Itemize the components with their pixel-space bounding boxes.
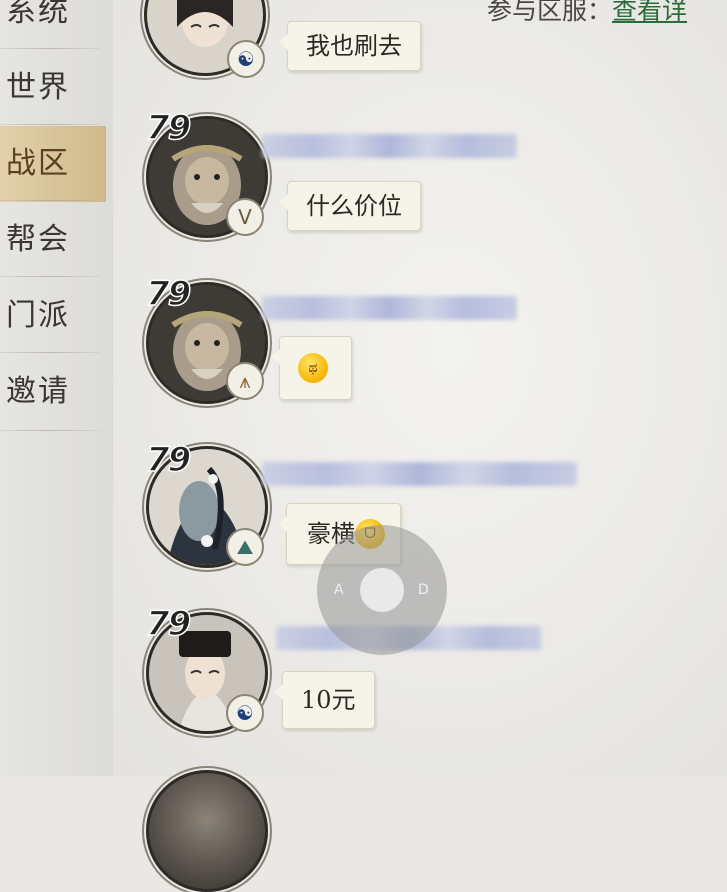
taiji-icon: ☯	[227, 40, 265, 78]
message-bubble[interactable]: 10元	[274, 671, 375, 729]
server-label: 参与区服：	[487, 0, 613, 25]
tab-battle-zone[interactable]: 战区	[0, 126, 106, 202]
divider	[0, 276, 100, 277]
tab-guild[interactable]: 帮会	[0, 202, 106, 278]
joystick-right-label: D	[418, 582, 429, 598]
player-level: 79	[145, 603, 192, 645]
player-name-blurred[interactable]	[262, 134, 517, 158]
channel-sidebar: 系统 世界 战区 帮会 门派 邀请	[0, 0, 113, 776]
tab-world[interactable]: 世界	[0, 50, 106, 126]
temple-icon: ⩚	[226, 362, 264, 400]
joystick-left-label: A	[334, 582, 344, 598]
message-text: 10元	[301, 686, 356, 714]
divider	[0, 200, 100, 201]
player-level: 79	[145, 273, 192, 315]
player-level: 79	[145, 107, 192, 149]
player-avatar[interactable]	[146, 770, 268, 892]
virtual-joystick[interactable]: A D	[317, 525, 447, 655]
tab-sect[interactable]: 门派	[0, 278, 106, 354]
message-bubble[interactable]: ಥ	[271, 336, 352, 400]
tab-system[interactable]: 系统	[0, 0, 106, 50]
message-text: 什么价位	[306, 192, 402, 220]
shield-v-icon: V	[226, 198, 264, 236]
divider	[0, 430, 100, 431]
divider	[0, 352, 100, 353]
player-name-blurred[interactable]	[262, 296, 517, 320]
joystick-knob[interactable]	[360, 568, 404, 612]
sweat-emoji-icon: ಥ	[298, 352, 328, 383]
divider	[0, 124, 100, 125]
view-details-link[interactable]: 查看详	[612, 0, 687, 25]
player-level: 79	[145, 439, 192, 481]
server-info: 参与区服：查看详	[487, 0, 687, 27]
message-bubble[interactable]: 什么价位	[279, 181, 421, 231]
taiji-icon: ☯	[226, 694, 264, 732]
divider	[0, 48, 100, 49]
message-text: 我也刷去	[306, 32, 402, 60]
mountain-icon: ⛰	[226, 528, 264, 566]
tab-invite[interactable]: 邀请	[0, 354, 106, 430]
message-bubble[interactable]: 我也刷去	[279, 21, 421, 71]
player-name-blurred[interactable]	[262, 462, 577, 486]
